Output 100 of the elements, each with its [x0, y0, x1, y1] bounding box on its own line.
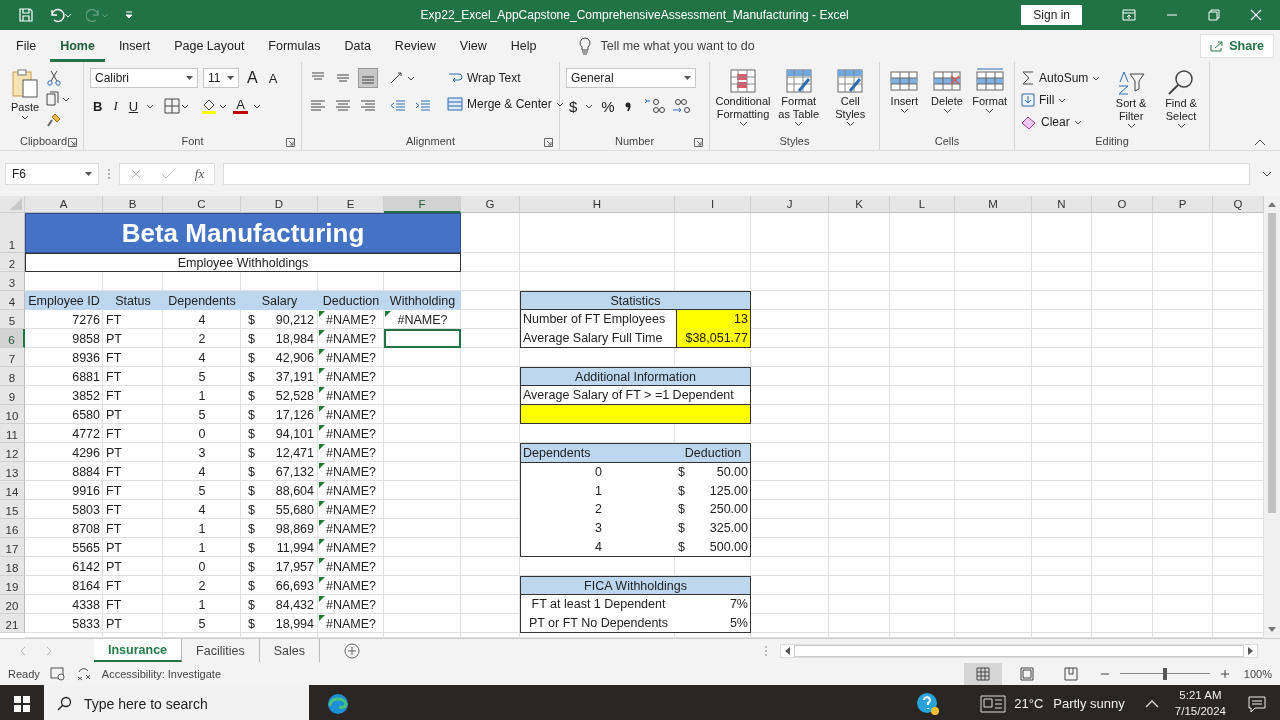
ribbon-tab[interactable]: File: [6, 30, 47, 62]
accessibility-status[interactable]: Accessibility: Investigate: [101, 667, 221, 680]
row-header[interactable]: 18: [0, 557, 25, 576]
error-indicator-icon[interactable]: [319, 406, 325, 412]
caret-icon[interactable]: [585, 103, 594, 109]
name-box[interactable]: F6: [5, 162, 99, 185]
ribbon-tab[interactable]: Formulas: [258, 30, 331, 62]
fill-button[interactable]: Fill: [1021, 90, 1104, 110]
help-icon[interactable]: [916, 691, 941, 716]
error-indicator-icon[interactable]: [319, 558, 325, 564]
sort-filter-button[interactable]: Sort & Filter: [1109, 68, 1154, 129]
font-size-field[interactable]: 11: [203, 68, 239, 88]
row-header[interactable]: 7: [0, 348, 25, 367]
column-header[interactable]: C: [163, 196, 241, 213]
windows-start-icon[interactable]: [14, 695, 30, 712]
column-header[interactable]: B: [103, 196, 163, 213]
ribbon-tab[interactable]: Insert: [108, 30, 161, 62]
row-header[interactable]: 14: [0, 481, 25, 500]
column-header[interactable]: A: [25, 196, 103, 213]
clear-button[interactable]: Clear: [1021, 112, 1104, 132]
percent-format-button[interactable]: %: [598, 97, 618, 115]
column-header[interactable]: D: [241, 196, 318, 213]
sheet-tab[interactable]: Sales: [259, 639, 320, 662]
column-header[interactable]: M: [955, 196, 1032, 213]
error-indicator-icon[interactable]: [319, 387, 325, 393]
cut-icon[interactable]: [46, 70, 62, 86]
cell-styles-button[interactable]: Cell Styles: [827, 68, 873, 127]
decrease-font-size-button[interactable]: A: [265, 70, 281, 86]
dialog-launcher-icon[interactable]: [694, 138, 703, 147]
horizontal-scrollbar[interactable]: [780, 643, 1258, 658]
expand-icon[interactable]: [1262, 170, 1272, 177]
add-sheet-icon[interactable]: [343, 642, 360, 659]
tell-me-search[interactable]: Tell me what you want to do: [600, 39, 755, 53]
row-header[interactable]: 5: [0, 310, 25, 329]
show-hidden-icons-icon[interactable]: [1144, 699, 1159, 708]
bold-button[interactable]: B: [90, 98, 106, 114]
news-weather-icon[interactable]: [980, 694, 1007, 713]
sheet-tab[interactable]: Insurance: [94, 639, 183, 662]
dialog-launcher-icon[interactable]: [68, 138, 77, 147]
column-header[interactable]: H: [520, 196, 675, 213]
column-header[interactable]: N: [1032, 196, 1092, 213]
row-header[interactable]: 13: [0, 462, 25, 481]
row-header[interactable]: 3: [0, 272, 25, 291]
row-header[interactable]: 2: [0, 253, 25, 272]
error-indicator-icon[interactable]: [319, 501, 325, 507]
insert-function-button[interactable]: fx: [194, 165, 205, 182]
undo-icon[interactable]: [48, 7, 72, 23]
column-header[interactable]: E: [318, 196, 384, 213]
error-indicator-icon[interactable]: [319, 482, 325, 488]
row-header[interactable]: 4: [0, 291, 25, 310]
paste-button[interactable]: Paste: [10, 68, 40, 121]
merge-center-button[interactable]: Merge & Center: [447, 94, 564, 114]
autosum-button[interactable]: AutoSum: [1021, 68, 1104, 88]
accessibility-icon[interactable]: [75, 666, 92, 681]
collapse-ribbon-icon[interactable]: [1254, 138, 1266, 146]
active-cell[interactable]: [384, 329, 461, 348]
temperature[interactable]: 21°C: [1014, 696, 1044, 711]
conditional-formatting-button[interactable]: Conditional Formatting: [716, 68, 770, 127]
increase-font-size-button[interactable]: A: [244, 69, 261, 87]
format-button[interactable]: Format: [971, 68, 1008, 114]
number-format-field[interactable]: General: [566, 68, 696, 88]
caret-icon[interactable]: [252, 103, 261, 109]
error-indicator-icon[interactable]: [319, 425, 325, 431]
format-as-table-button[interactable]: Format as Table: [776, 68, 822, 127]
italic-button[interactable]: I: [110, 98, 121, 114]
share-button[interactable]: Share: [1200, 34, 1274, 58]
error-indicator-icon[interactable]: [319, 520, 325, 526]
error-indicator-icon[interactable]: [319, 463, 325, 469]
row-header[interactable]: 8: [0, 367, 25, 386]
column-header[interactable]: L: [890, 196, 955, 213]
formula-input[interactable]: [223, 162, 1250, 185]
error-indicator-icon[interactable]: [319, 539, 325, 545]
copy-icon[interactable]: [46, 91, 70, 107]
scroll-right-icon[interactable]: [1248, 646, 1253, 655]
row-header[interactable]: 6: [0, 329, 25, 348]
zoom-in-icon[interactable]: [1219, 668, 1230, 679]
currency-format-button[interactable]: $: [566, 97, 581, 115]
increase-decimal-icon[interactable]: [642, 97, 665, 115]
column-header[interactable]: I: [675, 196, 751, 213]
row-header[interactable]: 20: [0, 595, 25, 614]
error-indicator-icon[interactable]: [319, 330, 325, 336]
clock-date[interactable]: 7/15/2024: [1174, 703, 1226, 719]
taskbar-search-field[interactable]: Type here to search: [44, 685, 309, 720]
normal-view-icon[interactable]: [963, 662, 1002, 685]
format-painter-icon[interactable]: [46, 112, 62, 128]
column-header[interactable]: Q: [1213, 196, 1264, 213]
ribbon-display-icon[interactable]: [1122, 9, 1136, 21]
font-color-button[interactable]: A: [233, 98, 248, 114]
column-header[interactable]: J: [751, 196, 829, 213]
row-header[interactable]: 12: [0, 443, 25, 462]
zoom-slider-thumb[interactable]: [1162, 667, 1167, 680]
find-select-button[interactable]: Find & Select: [1159, 68, 1203, 129]
column-header[interactable]: K: [829, 196, 890, 213]
font-name-field[interactable]: Calibri: [90, 68, 198, 88]
row-header[interactable]: 21: [0, 614, 25, 633]
browser-icon[interactable]: [326, 691, 350, 716]
save-icon[interactable]: [18, 7, 34, 23]
column-header[interactable]: G: [461, 196, 520, 213]
macro-recording-icon[interactable]: [49, 666, 66, 681]
ribbon-tab[interactable]: Review: [384, 30, 446, 62]
